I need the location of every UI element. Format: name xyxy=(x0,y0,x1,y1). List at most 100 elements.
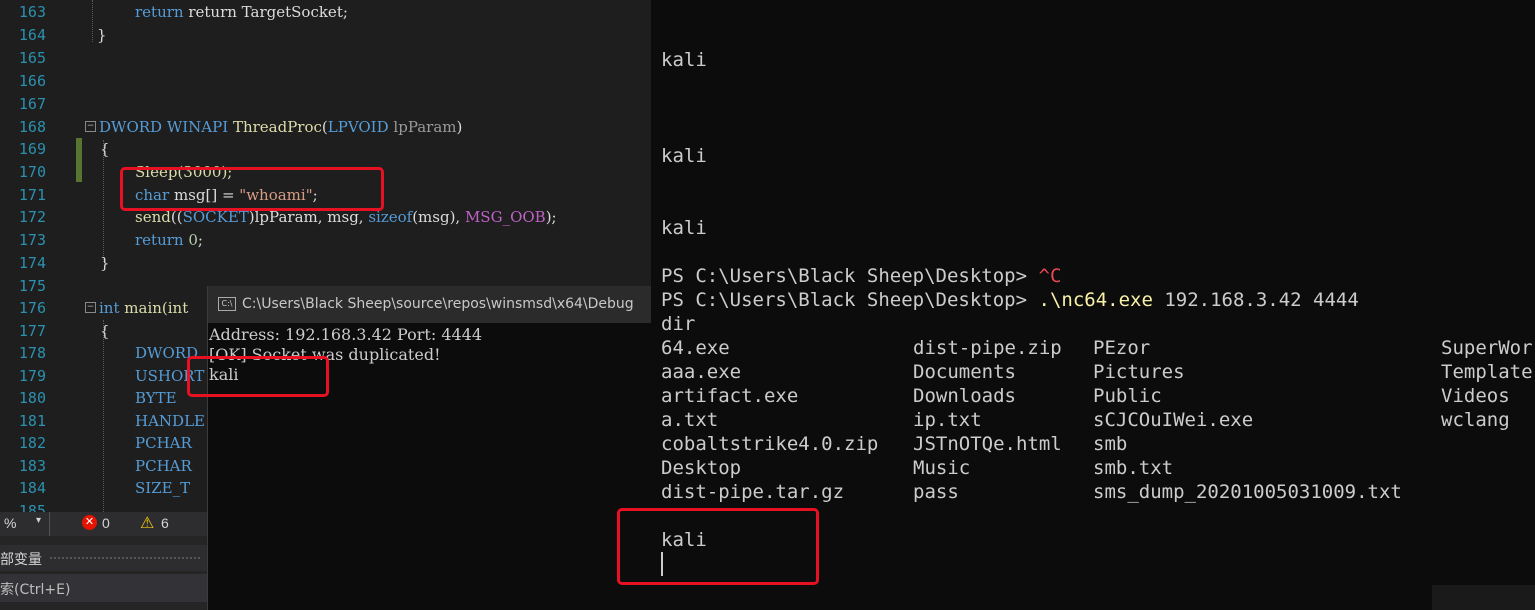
terminal-output: dir xyxy=(661,313,696,335)
line-number: 167 xyxy=(18,95,46,113)
listing-item: smb xyxy=(1093,433,1128,455)
function-name: main(int xyxy=(124,299,189,317)
listing-item: wclang xyxy=(1441,409,1510,431)
type-dword: DWORD xyxy=(99,118,163,136)
console-title: C:\Users\Black Sheep\source\repos\winsms… xyxy=(242,296,634,312)
code-line-173[interactable]: return 0; xyxy=(135,229,652,252)
terminal-command-line: PS C:\Users\Black Sheep\Desktop> .\nc64.… xyxy=(661,288,1359,312)
prompt: PS C:\Users\Black Sheep\Desktop> xyxy=(661,265,1039,287)
indent-guide xyxy=(103,320,104,512)
keyword-return: return xyxy=(135,231,184,249)
terminal-output: kali xyxy=(661,145,707,167)
fold-toggle-icon[interactable]: − xyxy=(85,302,96,313)
debug-console-window[interactable]: C:\ C:\Users\Black Sheep\source\repos\win… xyxy=(207,286,653,610)
listing-item: cobaltstrike4.0.zip xyxy=(661,433,879,455)
listing-item: sms_dump_20201005031009.txt xyxy=(1093,481,1402,503)
ctrl-c: ^C xyxy=(1038,265,1062,287)
listing-item: artifact.exe xyxy=(661,385,799,407)
line-number: 177 xyxy=(18,322,46,340)
listing-item: Documents xyxy=(913,361,1016,383)
code-text: (msg), xyxy=(412,208,465,226)
line-number: 166 xyxy=(18,72,46,90)
command-args: 192.168.3.42 4444 xyxy=(1152,289,1359,311)
line-number: 183 xyxy=(18,457,46,475)
zoom-dropdown-icon[interactable]: ▾ xyxy=(36,515,41,526)
prompt: PS C:\Users\Black Sheep\Desktop> xyxy=(661,289,1039,311)
listing-item: SuperWor xyxy=(1441,337,1533,359)
code-line-164[interactable]: } xyxy=(97,24,652,47)
listing-item: Downloads xyxy=(913,385,1016,407)
line-number: 164 xyxy=(18,26,46,44)
line-number: 170 xyxy=(18,163,46,181)
keyword-return: return xyxy=(135,3,189,21)
divider xyxy=(49,512,50,536)
highlight-box xyxy=(187,356,329,397)
param-name: lpParam xyxy=(393,118,457,136)
console-app-icon: C:\ xyxy=(218,297,236,311)
highlight-box xyxy=(617,508,819,585)
line-number: 169 xyxy=(18,140,46,158)
line-number: 179 xyxy=(18,367,46,385)
listing-item: pass xyxy=(913,481,959,503)
listing-item: smb.txt xyxy=(1093,457,1174,479)
listing-item: 64.exe xyxy=(661,337,730,359)
line-number: 168 xyxy=(18,118,46,136)
zoom-level[interactable]: % xyxy=(4,515,16,531)
panel-title: 部变量 xyxy=(0,552,42,568)
code-line-163[interactable]: return return TargetSocket; xyxy=(135,1,652,24)
listing-item: Videos xyxy=(1441,385,1510,407)
listing-item: JSTnOTQe.html xyxy=(913,433,1062,455)
listing-item: Music xyxy=(913,457,971,479)
listing-item: ip.txt xyxy=(913,409,982,431)
listing-item: dist-pipe.tar.gz xyxy=(661,481,845,503)
error-icon[interactable]: ✕ xyxy=(82,515,97,530)
console-line: Address: 192.168.3.42 Port: 4444 xyxy=(209,325,483,344)
taskbar-fragment xyxy=(1432,585,1535,610)
line-number: 174 xyxy=(18,254,46,272)
line-number: 171 xyxy=(18,186,46,204)
warning-icon[interactable]: ⚠ xyxy=(140,513,154,533)
function-name: ThreadProc xyxy=(232,118,322,136)
indent-guide xyxy=(92,0,93,42)
terminal-prompt-line: PS C:\Users\Black Sheep\Desktop> ^C xyxy=(661,264,1061,288)
code-text: ; xyxy=(197,231,203,249)
listing-item: dist-pipe.zip xyxy=(913,337,1062,359)
editor-status-bar: % ▾ ✕ 0 ⚠ 6 xyxy=(0,512,207,536)
macro-winapi: WINAPI xyxy=(166,118,229,136)
line-number: 163 xyxy=(18,3,46,21)
listing-item: Desktop xyxy=(661,457,742,479)
macro-msg-oob: MSG_OOB xyxy=(464,208,546,226)
param-type: LPVOID xyxy=(327,118,389,136)
line-number: 175 xyxy=(18,277,46,295)
command-exe: .\nc64.exe xyxy=(1038,289,1153,311)
code-line-174[interactable]: } xyxy=(100,252,652,275)
console-title-bar[interactable]: C:\ C:\Users\Black Sheep\source\repos\win… xyxy=(208,286,653,323)
terminal-output: kali xyxy=(661,49,707,71)
keyword-int: int xyxy=(99,299,120,317)
line-number: 184 xyxy=(18,479,46,497)
line-number: 181 xyxy=(18,412,46,430)
code-text: return TargetSocket; xyxy=(188,3,348,21)
line-number: 172 xyxy=(18,208,46,226)
fold-toggle-icon[interactable]: − xyxy=(85,121,96,132)
locals-panel-header[interactable]: 部变量 xyxy=(0,545,207,571)
search-placeholder: 索(Ctrl+E) xyxy=(0,582,71,598)
line-number: 173 xyxy=(18,231,46,249)
listing-item: PEzor xyxy=(1093,337,1151,359)
code-text: ); xyxy=(545,208,557,226)
listing-item: a.txt xyxy=(661,409,719,431)
line-number: 185 xyxy=(18,502,46,512)
error-count[interactable]: 0 xyxy=(102,515,110,531)
line-number: 182 xyxy=(18,434,46,452)
code-line-169[interactable]: { xyxy=(100,138,652,161)
change-marker xyxy=(76,138,82,182)
panel-grip xyxy=(50,557,200,559)
warning-count[interactable]: 6 xyxy=(161,515,169,531)
listing-item: Pictures xyxy=(1093,361,1185,383)
search-box[interactable]: 索(Ctrl+E) xyxy=(0,574,207,602)
number-literal: 0 xyxy=(188,231,198,249)
line-number: 176 xyxy=(18,299,46,317)
code-line-168[interactable]: DWORD WINAPI ThreadProc(LPVOID lpParam) xyxy=(99,116,652,139)
listing-item: Public xyxy=(1093,385,1162,407)
listing-item: Template xyxy=(1441,361,1533,383)
